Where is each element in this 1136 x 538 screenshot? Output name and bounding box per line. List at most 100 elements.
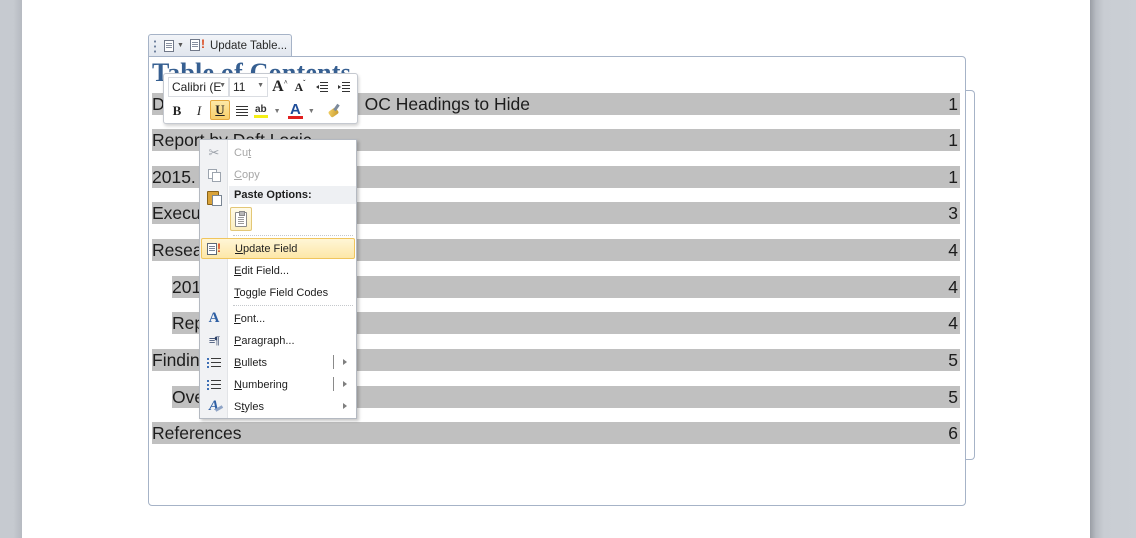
- copy-icon: [208, 168, 221, 182]
- grow-font-icon: A^: [272, 78, 288, 95]
- menu-item-label: Numbering: [234, 378, 288, 391]
- update-table-button[interactable]: Update Table...: [210, 40, 287, 52]
- toc-entry-text: References: [152, 422, 242, 443]
- chevron-down-icon[interactable]: ▼: [177, 42, 184, 49]
- shrink-font-icon: Aˇ: [294, 78, 306, 94]
- bullets-icon: [207, 356, 221, 369]
- numbering-icon: [207, 378, 221, 391]
- grow-font-button[interactable]: A^: [270, 77, 290, 97]
- toc-entry-page: 4: [948, 312, 958, 333]
- menu-item-font[interactable]: A Font...: [201, 308, 355, 329]
- workspace-background-right: [1090, 0, 1136, 538]
- submenu-arrow-icon[interactable]: [343, 403, 347, 409]
- menu-item-label: Font...: [234, 312, 266, 325]
- chevron-down-icon[interactable]: ▼: [308, 108, 315, 115]
- menu-item-paragraph[interactable]: ≡¶ Paragraph...: [201, 330, 355, 351]
- scissors-icon: ✂: [208, 144, 220, 160]
- update-field-icon: !: [207, 241, 223, 256]
- chevron-down-icon[interactable]: ▼: [274, 108, 281, 115]
- paragraph-icon: ≡¶: [208, 334, 220, 347]
- format-painter-button[interactable]: [324, 101, 344, 121]
- toc-entry-page: 4: [948, 276, 958, 297]
- menu-item-label: Styles: [234, 400, 264, 413]
- toc-entry-text: Findin: [152, 349, 200, 370]
- toc-entry-page: 1: [948, 166, 958, 187]
- decrease-indent-button[interactable]: [312, 77, 332, 97]
- paste-keep-text-only-button[interactable]: [230, 207, 252, 231]
- submenu-arrow-icon[interactable]: [343, 359, 347, 365]
- mnemonic-letter: P: [234, 334, 242, 347]
- menu-item-styles[interactable]: A Styles: [201, 396, 355, 417]
- menu-item-numbering[interactable]: Numbering: [201, 374, 355, 395]
- toc-entry-page: 4: [948, 239, 958, 260]
- highlighter-icon: ab: [254, 104, 268, 118]
- menu-item-edit-field[interactable]: Edit Field...: [201, 260, 355, 281]
- shrink-font-button[interactable]: Aˇ: [290, 77, 310, 97]
- italic-button[interactable]: I: [189, 101, 209, 121]
- chevron-down-icon[interactable]: ▼: [219, 82, 226, 89]
- align-center-icon: [236, 106, 248, 116]
- mnemonic-letter: T: [234, 286, 240, 299]
- menu-separator: [233, 235, 353, 236]
- increase-indent-icon: [338, 82, 350, 92]
- menu-item-label: Copy: [234, 168, 260, 181]
- drag-handle-icon[interactable]: [152, 38, 158, 53]
- chevron-down-icon[interactable]: ▼: [257, 82, 264, 89]
- workspace-background-left: [0, 0, 22, 538]
- menu-item-copy[interactable]: Copy: [201, 164, 355, 185]
- dot-leader: [243, 422, 947, 444]
- paste-icon: [207, 190, 222, 206]
- menu-item-toggle-field-codes[interactable]: Toggle Field Codes: [201, 282, 355, 303]
- font-color-button[interactable]: A ▼: [288, 101, 320, 121]
- menu-separator: [233, 305, 353, 306]
- mnemonic-letter: B: [234, 356, 242, 369]
- mnemonic-letter: F: [234, 312, 241, 325]
- font-name-value: Calibri (E: [172, 80, 222, 94]
- format-painter-icon: [327, 104, 341, 118]
- toc-entry-text-continued: OC Headings to Hide: [364, 93, 531, 114]
- menu-item-update-field[interactable]: ! Update Field: [201, 238, 355, 259]
- menu-item-label: Paragraph...: [234, 334, 295, 347]
- menu-item-label: Toggle Field Codes: [234, 286, 329, 299]
- toc-field-tab: ▼ ! Update Table...: [148, 34, 292, 56]
- toc-entry-page: 3: [948, 202, 958, 223]
- font-name-combobox[interactable]: Calibri (E ▼: [168, 77, 230, 97]
- paste-options-header: Paste Options:: [229, 186, 356, 204]
- dot-leader: [313, 129, 947, 151]
- toc-entry-page: 5: [948, 386, 958, 407]
- update-table-icon: !: [189, 38, 205, 52]
- menu-item-label: Cut: [234, 146, 252, 159]
- mnemonic-letter: t: [241, 400, 245, 413]
- mnemonic-letter: C: [234, 168, 242, 181]
- split-separator: [333, 355, 334, 369]
- paste-options-icon-cell: [201, 186, 228, 207]
- menu-item-bullets[interactable]: Bullets: [201, 352, 355, 373]
- mnemonic-letter: U: [235, 242, 243, 255]
- increase-indent-button[interactable]: [334, 77, 354, 97]
- mini-formatting-toolbar: Calibri (E ▼ 11 ▼ A^ Aˇ B I U ab ▼ A ▼: [163, 73, 358, 124]
- center-button[interactable]: [232, 101, 252, 121]
- font-size-combobox[interactable]: 11 ▼: [228, 77, 268, 97]
- bold-button[interactable]: B: [167, 101, 187, 121]
- underline-button[interactable]: U: [210, 100, 230, 120]
- menu-item-label: Edit Field...: [234, 264, 290, 277]
- styles-icon: A: [208, 398, 219, 414]
- toc-menu-icon[interactable]: [164, 39, 174, 52]
- toc-entry-text: Resea: [152, 239, 203, 260]
- submenu-arrow-icon[interactable]: [343, 381, 347, 387]
- menu-item-label: Bullets: [234, 356, 268, 369]
- context-menu: ✂ Cut Copy Paste Options: ! Update Field…: [199, 139, 357, 419]
- toc-entry[interactable]: References 6: [152, 422, 960, 444]
- highlight-button[interactable]: ab ▼: [254, 101, 284, 121]
- toc-entry-page: 5: [948, 349, 958, 370]
- dot-leader: [532, 93, 947, 115]
- menu-item-cut[interactable]: ✂ Cut: [201, 142, 355, 163]
- mnemonic-letter: E: [234, 264, 242, 277]
- toc-frame-right-edge: [965, 90, 975, 460]
- toc-entry-text: 201: [172, 276, 202, 297]
- split-separator: [333, 377, 334, 391]
- mnemonic-letter: t: [248, 146, 252, 159]
- toc-entry-page: 1: [948, 129, 958, 150]
- toc-entry-page: 1: [948, 93, 958, 114]
- font-color-icon: A: [288, 101, 303, 119]
